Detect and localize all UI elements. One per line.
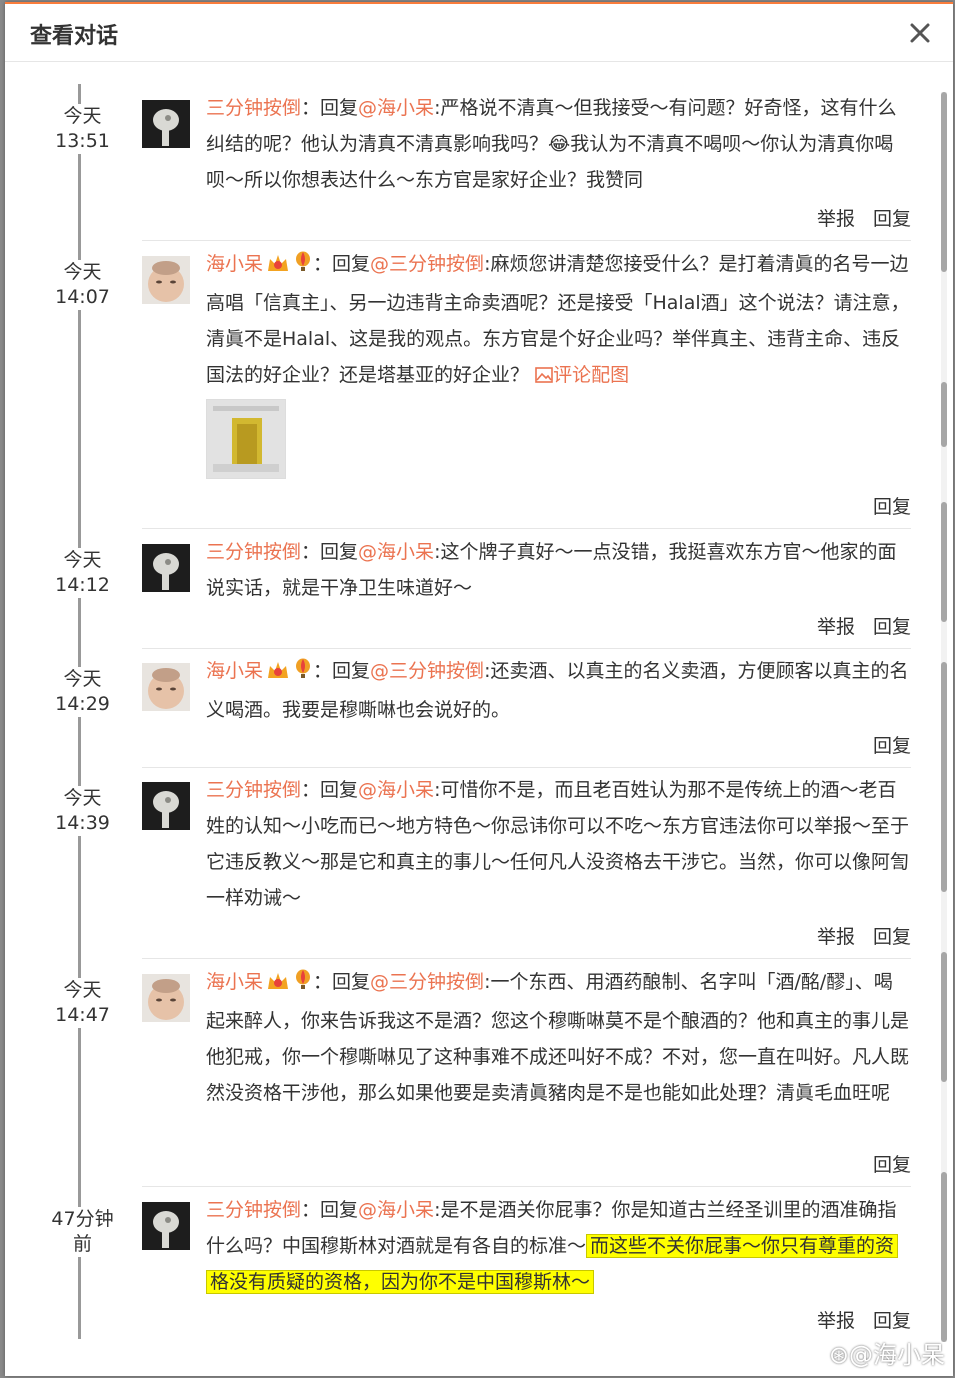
scroll-thumb[interactable] [941,662,947,802]
mention-link[interactable]: @海小呆 [358,779,434,801]
crown-badge-icon [266,656,290,692]
crown-badge-icon [266,967,290,1003]
comment-time: 47分钟前 [45,1207,120,1257]
conversation-dialog: 查看对话 今天 13:51 三分钟按倒：回复@海小呆:严格说不清真～但我接受～有… [5,2,953,1376]
mention-link[interactable]: @海小呆 [358,97,434,119]
divider [142,1186,911,1187]
balloon-badge-icon [293,249,313,285]
scroll-thumb[interactable] [941,1172,947,1342]
avatar[interactable] [142,256,190,304]
balloon-badge-icon [293,656,313,692]
reply-button[interactable]: 回复 [873,735,911,757]
username-link[interactable]: 海小呆 [206,253,263,275]
scroll-thumb[interactable] [941,782,947,892]
comment-actions: 回复 [855,492,911,519]
reply-button[interactable]: 回复 [873,496,911,518]
comment-body: 三分钟按倒：回复@海小呆:可惜你不是，而且老百姓认为那不是传统上的酒～老百姓的认… [206,779,910,909]
report-button[interactable]: 举报 [817,208,855,230]
comment-time: 今天 13:51 [45,104,120,154]
scroll-thumb[interactable] [941,952,947,1082]
username-link[interactable]: 三分钟按倒 [206,779,301,801]
comment-body: 海小呆 ：回复@三分钟按倒:还卖酒、以真主的名义卖酒，方便顾客以真主的名义喝酒。我… [206,653,911,728]
username-link[interactable]: 海小呆 [206,971,263,993]
avatar[interactable] [142,974,190,1022]
scroll-thumb[interactable] [941,502,947,622]
mention-link[interactable]: @三分钟按倒 [370,660,484,682]
laughing-emoji-icon: 😂 [548,133,571,155]
comment-body: 海小呆 ：回复@三分钟按倒:麻烦您讲清楚您接受什么？是打着清眞的名号一边高唱「信真… [206,246,911,393]
comment-actions: 举报 回复 [799,1306,911,1333]
comment-time: 今天 14:47 [45,978,120,1028]
comment-actions: 举报 回复 [799,204,911,231]
weibo-logo-icon: ⊛ [828,1341,849,1369]
divider [142,958,911,959]
reply-button[interactable]: 回复 [873,208,911,230]
username-link[interactable]: 三分钟按倒 [206,541,301,563]
comment-body: 三分钟按倒：回复@海小呆:是不是酒关你屁事？你是知道古兰经圣训里的酒准确指什么吗… [206,1199,899,1294]
reply-button[interactable]: 回复 [873,616,911,638]
balloon-badge-icon [293,967,313,1003]
comment-picture-link[interactable]: 评论配图 [535,364,629,386]
avatar[interactable] [142,544,190,592]
reply-button[interactable]: 回复 [873,926,911,948]
comment-time: 今天 14:39 [45,786,120,836]
username-link[interactable]: 三分钟按倒 [206,97,301,119]
divider [142,240,911,241]
divider [142,767,911,768]
comment-actions: 举报 回复 [799,922,911,949]
divider [142,528,911,529]
avatar[interactable] [142,1202,190,1250]
avatar[interactable] [142,100,190,148]
comment-time: 今天 14:12 [45,548,120,598]
mention-link[interactable]: @三分钟按倒 [370,971,484,993]
comment-body: 三分钟按倒：回复@海小呆:严格说不清真～但我接受～有问题？好奇怪，这有什么纠结的… [206,97,897,191]
mention-link[interactable]: @三分钟按倒 [370,253,484,275]
comment-actions: 举报 回复 [799,612,911,639]
username-link[interactable]: 三分钟按倒 [206,1199,301,1221]
mention-link[interactable]: @海小呆 [358,541,434,563]
report-button[interactable]: 举报 [817,616,855,638]
comment-time: 今天 14:07 [45,260,120,310]
picture-icon [535,364,553,386]
divider [142,648,911,649]
reply-button[interactable]: 回复 [873,1154,911,1176]
crown-badge-icon [266,249,290,285]
comment-body: 三分钟按倒：回复@海小呆:这个牌子真好～一点没错，我挺喜欢东方官～他家的面说实话… [206,541,897,599]
scrollbar[interactable] [941,92,947,1342]
comment-time: 今天 14:29 [45,667,120,717]
dialog-header: 查看对话 [5,4,953,62]
time-clock: 13:51 [55,130,110,152]
report-button[interactable]: 举报 [817,1310,855,1332]
avatar[interactable] [142,782,190,830]
dialog-title: 查看对话 [30,24,119,49]
username-link[interactable]: 海小呆 [206,660,263,682]
report-button[interactable]: 举报 [817,926,855,948]
comment-actions: 回复 [855,731,911,758]
time-day: 今天 [63,105,102,127]
weibo-watermark: ⊛@海小呆 [828,1341,945,1369]
scroll-thumb[interactable] [941,382,947,447]
mention-link[interactable]: @海小呆 [358,1199,434,1221]
reply-button[interactable]: 回复 [873,1310,911,1332]
comment-image-thumbnail[interactable] [206,399,286,479]
scroll-thumb[interactable] [941,92,947,272]
highlighted-text: 而这些不关你屁事～你只有尊重的资 [586,1234,899,1258]
comment-body: 海小呆 ：回复@三分钟按倒:一个东西、用酒药酿制、名字叫「酒/酩/醪」、喝起来醉人… [206,964,911,1111]
close-icon[interactable] [909,22,931,44]
comment-actions: 回复 [855,1150,911,1177]
highlighted-text: 格没有质疑的资格，因为你不是中国穆斯林～ [206,1270,595,1294]
avatar[interactable] [142,663,190,711]
